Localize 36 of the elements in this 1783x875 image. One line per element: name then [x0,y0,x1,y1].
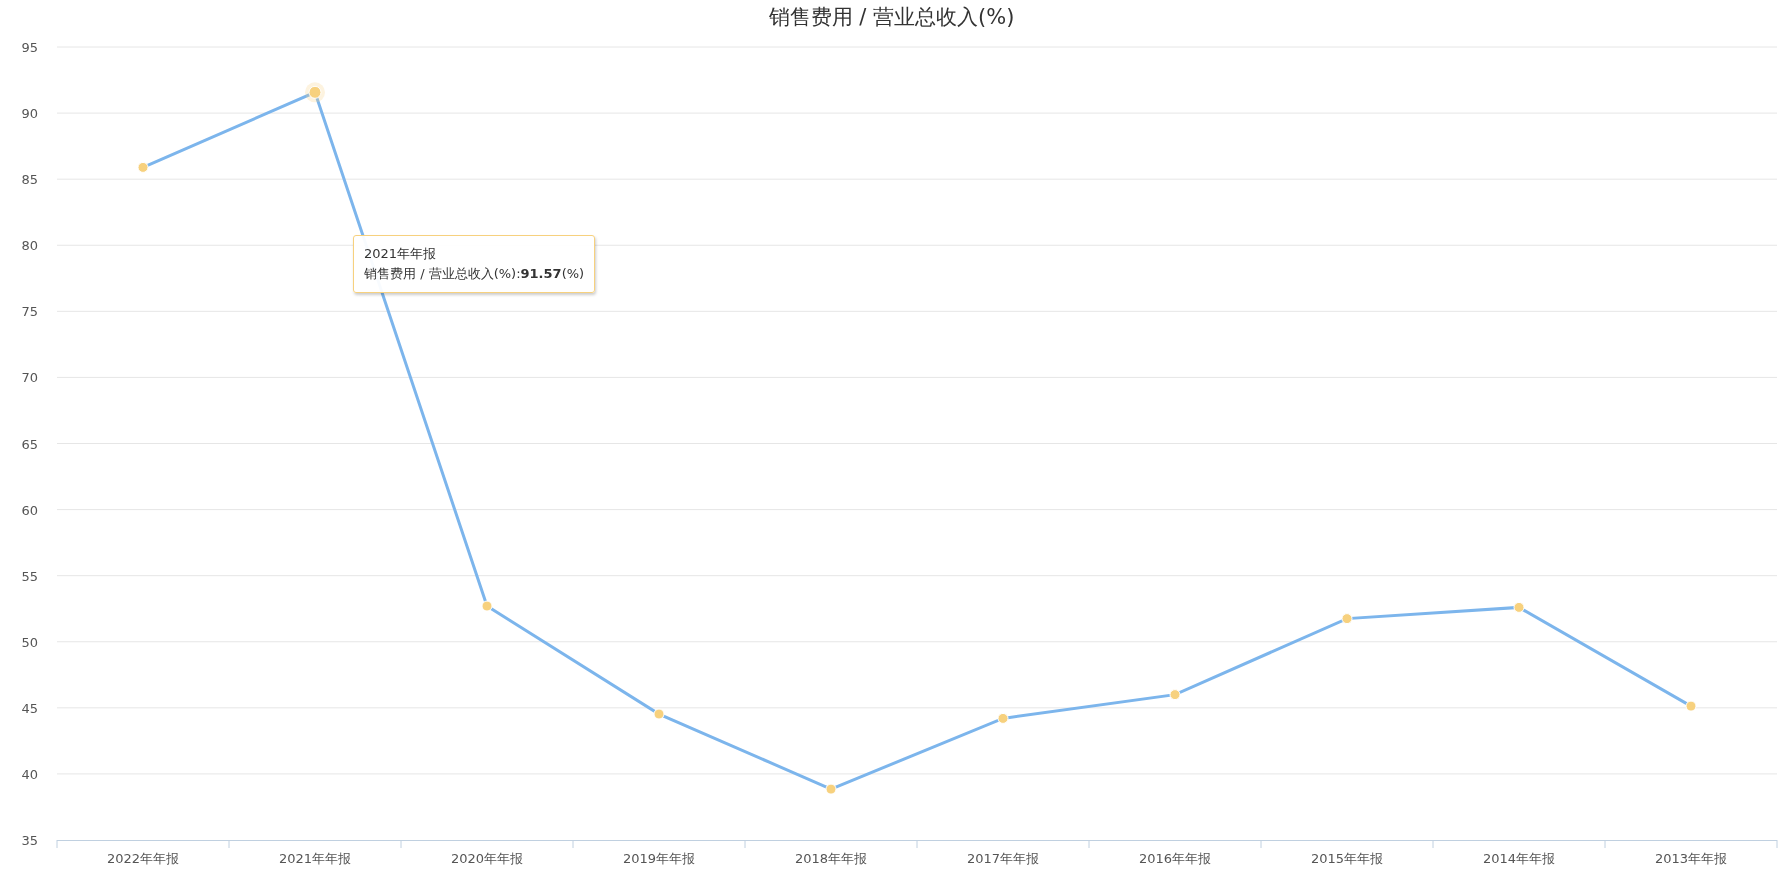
chart-title: 销售费用 / 营业总收入(%) [768,5,1015,29]
axis-label: 40 [21,766,38,782]
data-point[interactable] [825,783,837,795]
data-point[interactable] [137,161,149,173]
axis-label: 55 [21,568,38,584]
data-point[interactable] [997,712,1009,724]
tooltip-text: 销售费用 / 营业总收入(%):91.57(%) [364,265,585,284]
axis-label: 2015年年报 [1310,851,1384,866]
axis-label: 2018年年报 [794,851,868,866]
data-point[interactable] [1513,601,1525,613]
data-point[interactable] [1685,700,1697,712]
data-point[interactable] [1341,613,1353,625]
axis-label: 2013年年报 [1654,851,1728,866]
axis-label: 2017年年报 [966,851,1040,866]
axis-label: 2019年年报 [622,851,696,866]
highlighted-point[interactable] [305,82,325,103]
data-point[interactable] [653,708,665,720]
axis-label: 2016年年报 [1138,851,1212,866]
data-point[interactable] [481,600,493,612]
axis-label: 65 [21,436,38,452]
axis-label: 35 [21,833,38,848]
axis-label: 85 [21,172,38,188]
axis-label: 2021年年报 [278,851,352,866]
axis-label: 70 [21,370,38,386]
axis-label: 80 [21,238,38,254]
axis-label: 50 [21,634,38,650]
axis-label: 45 [21,700,38,716]
axis-label: 75 [21,304,38,320]
tooltip-title: 2021年年报 [364,245,438,264]
axis-label: 90 [21,106,38,122]
data-point[interactable] [1169,689,1181,701]
axis-label: 95 [21,40,38,55]
axis-label: 2014年年报 [1482,851,1556,866]
axis-label: 2022年年报 [106,851,180,866]
axis-label: 60 [21,502,38,518]
axis-label: 2020年年报 [450,851,524,866]
